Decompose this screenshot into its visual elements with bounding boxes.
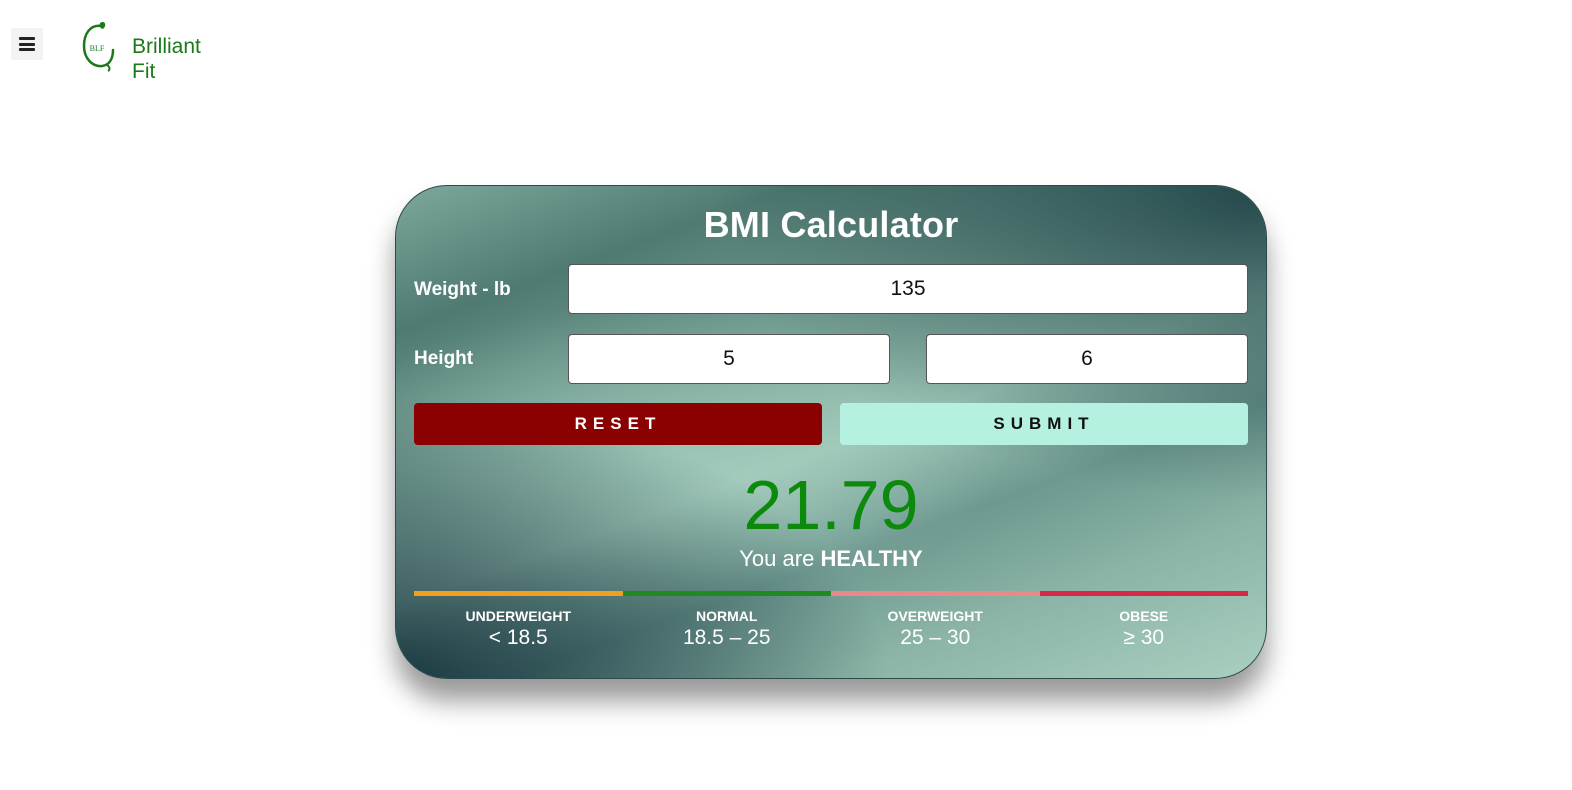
- weight-input[interactable]: [568, 264, 1248, 314]
- brand-logo-icon: BLF: [82, 21, 115, 72]
- menu-button[interactable]: [11, 28, 43, 60]
- bmi-result-value: 21.79: [743, 466, 919, 544]
- scale-name-normal: NORMAL: [696, 608, 758, 624]
- bmi-status-prefix: You are: [739, 546, 815, 571]
- scale-name-overweight: OVERWEIGHT: [887, 608, 983, 624]
- scale-name-obese: OBESE: [1119, 608, 1169, 624]
- brand-logo-text: BLF: [90, 44, 105, 53]
- scale-segment-obese: OBESE ≥ 30: [1039, 591, 1248, 650]
- scale-name-underweight: UNDERWEIGHT: [465, 608, 572, 624]
- scale-range-overweight: 25 – 30: [900, 626, 971, 649]
- scale-bar-obese: [1039, 591, 1248, 596]
- brand-name-line2: Fit: [132, 60, 156, 83]
- calculator-title: BMI Calculator: [703, 204, 959, 245]
- scale-segment-underweight: UNDERWEIGHT < 18.5: [414, 591, 623, 650]
- scale-range-normal: 18.5 – 25: [682, 626, 771, 649]
- height-feet-input[interactable]: [568, 334, 890, 384]
- bmi-status-value: HEALTHY: [820, 546, 923, 571]
- scale-bar-normal: [622, 591, 831, 596]
- bmi-status-text: You are HEALTHY: [396, 546, 1266, 572]
- scale-bar-underweight: [414, 591, 623, 596]
- bmi-calculator-card: BMI Calculator Weight - lb Height RESET …: [395, 185, 1267, 679]
- height-inches-input[interactable]: [926, 334, 1248, 384]
- brand-link[interactable]: BLF Brilliant Fit: [80, 20, 201, 84]
- page: BLF Brilliant Fit BMI Calculator Weight …: [0, 0, 1572, 790]
- weight-label: Weight - lb: [414, 279, 511, 300]
- scale-segment-normal: NORMAL 18.5 – 25: [622, 591, 831, 650]
- height-label: Height: [414, 348, 474, 369]
- brand-name-line1: Brilliant: [132, 35, 201, 58]
- hamburger-menu-icon: [19, 37, 35, 51]
- scale-segment-overweight: OVERWEIGHT 25 – 30: [831, 591, 1040, 650]
- scale-bar-overweight: [831, 591, 1040, 596]
- reset-button[interactable]: RESET: [414, 403, 822, 445]
- scale-range-underweight: < 18.5: [488, 626, 548, 649]
- submit-button[interactable]: SUBMIT: [840, 403, 1248, 445]
- bmi-scale: UNDERWEIGHT < 18.5 NORMAL 18.5 – 25 OVER…: [414, 591, 1248, 650]
- scale-range-obese: ≥ 30: [1123, 626, 1165, 649]
- brand-name: Brilliant Fit: [132, 34, 201, 84]
